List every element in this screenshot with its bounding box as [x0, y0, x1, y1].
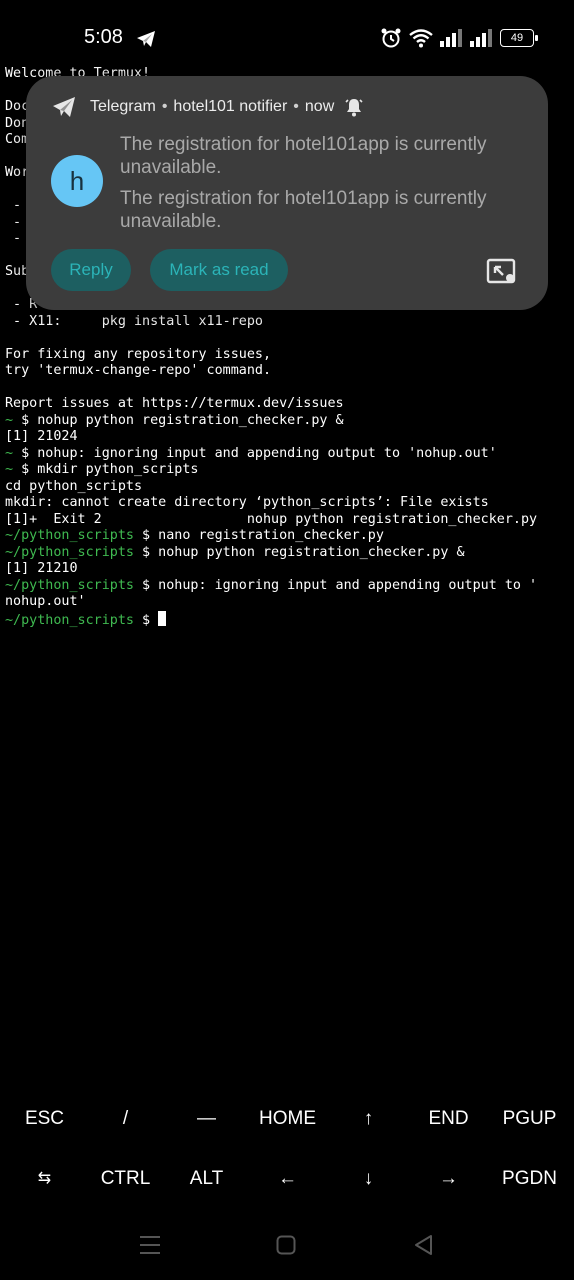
- key-tab[interactable]: ⇆: [4, 1159, 85, 1199]
- terminal-prompt: ~/python_scripts: [5, 528, 134, 543]
- signal-icon-2: [470, 29, 492, 47]
- terminal-line: ~/python_scripts $ nano registration_che…: [5, 528, 571, 545]
- status-bar: 5:08 49: [0, 0, 574, 74]
- terminal-line: ~/python_scripts $: [5, 610, 571, 628]
- terminal-text: [1] 21210: [5, 561, 78, 576]
- recent-apps-icon[interactable]: [139, 1234, 161, 1256]
- battery-icon: 49: [500, 29, 538, 47]
- mark-as-read-button[interactable]: Mark as read: [150, 249, 288, 291]
- terminal-text: $ mkdir python_scripts: [13, 462, 199, 477]
- terminal-prompt: ~/python_scripts: [5, 577, 134, 593]
- terminal-text: $ nohup: ignoring input and appending ou…: [13, 445, 497, 461]
- terminal-text: mkdir: cannot create directory ‘python_s…: [5, 495, 489, 510]
- telegram-icon: [53, 97, 75, 117]
- terminal-cursor: [158, 610, 167, 626]
- terminal-line: ~/python_scripts $ nohup: ignoring input…: [5, 578, 571, 595]
- terminal-line: [1] 21210: [5, 561, 571, 578]
- key-end[interactable]: END: [408, 1099, 489, 1139]
- key-down[interactable]: ↓: [328, 1159, 409, 1199]
- terminal-line: ~ $ mkdir python_scripts: [5, 462, 571, 479]
- bell-icon: [345, 99, 363, 117]
- terminal-text: -: [5, 231, 22, 246]
- notification-message: The registration for hotel101app is curr…: [120, 134, 487, 178]
- terminal-text: $ nohup: ignoring input and appending ou…: [134, 577, 538, 593]
- terminal-line: ~ $ nohup python registration_checker.py…: [5, 413, 571, 430]
- status-time: 5:08: [84, 26, 123, 48]
- key-alt[interactable]: ALT: [166, 1159, 247, 1199]
- wifi-icon: [409, 29, 433, 48]
- alarm-icon: [381, 28, 401, 48]
- terminal-line: cd python_scripts: [5, 479, 571, 496]
- notification-card[interactable]: Telegram • hotel101 notifier • now h The…: [26, 76, 548, 310]
- terminal-text: try 'termux-change-repo' command.: [5, 363, 272, 378]
- terminal-text: $ nano registration_checker.py: [134, 528, 384, 543]
- terminal-line: [1] 21024: [5, 429, 571, 446]
- terminal-line: - X11: pkg install x11-repo: [5, 314, 571, 331]
- extra-keys-row-1: ESC / — HOME ↑ END PGUP: [0, 1099, 574, 1139]
- key-right[interactable]: →: [408, 1159, 489, 1199]
- notification-header: Telegram • hotel101 notifier • now: [52, 96, 364, 118]
- terminal-line: ~ $ nohup: ignoring input and appending …: [5, 446, 571, 463]
- key-pgdn[interactable]: PGDN: [489, 1159, 570, 1199]
- key-pgup[interactable]: PGUP: [489, 1099, 570, 1139]
- terminal-prompt: ~: [5, 412, 14, 428]
- terminal-text: nohup.out': [5, 594, 86, 609]
- terminal-prompt: ~/python_scripts: [5, 544, 134, 560]
- terminal-text: - X11: pkg install x11-repo: [5, 313, 263, 329]
- terminal-text: For fixing any repository issues,: [5, 346, 272, 362]
- home-icon[interactable]: [276, 1235, 296, 1255]
- notification-source: hotel101 notifier: [173, 98, 288, 115]
- navigation-bar: [0, 1220, 574, 1270]
- extra-keys-row-2: ⇆ CTRL ALT ← ↓ → PGDN: [0, 1159, 574, 1199]
- notification-app: Telegram: [90, 98, 156, 115]
- key-dash[interactable]: —: [166, 1099, 247, 1139]
- terminal-text: [1] 21024: [5, 429, 78, 444]
- terminal-line: [1]+ Exit 2 nohup python registration_ch…: [5, 512, 571, 529]
- terminal-text: $ nohup python registration_checker.py &: [13, 412, 344, 428]
- terminal-line: mkdir: cannot create directory ‘python_s…: [5, 495, 571, 512]
- notification-time: now: [304, 98, 335, 115]
- terminal-prompt: ~: [5, 445, 14, 461]
- terminal-text: [1]+ Exit 2 nohup python registration_ch…: [5, 511, 538, 527]
- terminal-text: cd python_scripts: [5, 478, 143, 494]
- terminal-line: nohup.out': [5, 594, 571, 611]
- notification-message: The registration for hotel101app is curr…: [120, 188, 487, 232]
- terminal-text: Report issues at https://termux.dev/issu…: [5, 396, 344, 411]
- terminal-text: -: [5, 214, 22, 230]
- reply-button[interactable]: Reply: [51, 249, 131, 291]
- terminal-text: -: [5, 198, 22, 213]
- key-slash[interactable]: /: [85, 1099, 166, 1139]
- key-ctrl[interactable]: CTRL: [85, 1159, 166, 1199]
- back-icon[interactable]: [413, 1234, 433, 1256]
- terminal-prompt: ~: [5, 462, 14, 477]
- terminal-line: ~/python_scripts $ nohup python registra…: [5, 545, 571, 562]
- terminal-text: $ nohup python registration_checker.py &: [134, 544, 465, 560]
- status-icons: 49: [380, 27, 538, 49]
- terminal-prompt: ~/python_scripts: [5, 612, 134, 628]
- popout-icon[interactable]: [486, 258, 518, 286]
- terminal-line: Report issues at https://termux.dev/issu…: [5, 396, 571, 413]
- avatar: h: [51, 155, 103, 207]
- key-left[interactable]: ←: [247, 1159, 328, 1199]
- signal-icon: [440, 29, 462, 47]
- key-home[interactable]: HOME: [247, 1099, 328, 1139]
- key-up[interactable]: ↑: [328, 1099, 409, 1139]
- terminal-text: $: [134, 612, 159, 628]
- telegram-icon: [137, 31, 155, 47]
- terminal-line: try 'termux-change-repo' command.: [5, 363, 571, 380]
- key-esc[interactable]: ESC: [4, 1099, 85, 1139]
- terminal-line: For fixing any repository issues,: [5, 347, 571, 364]
